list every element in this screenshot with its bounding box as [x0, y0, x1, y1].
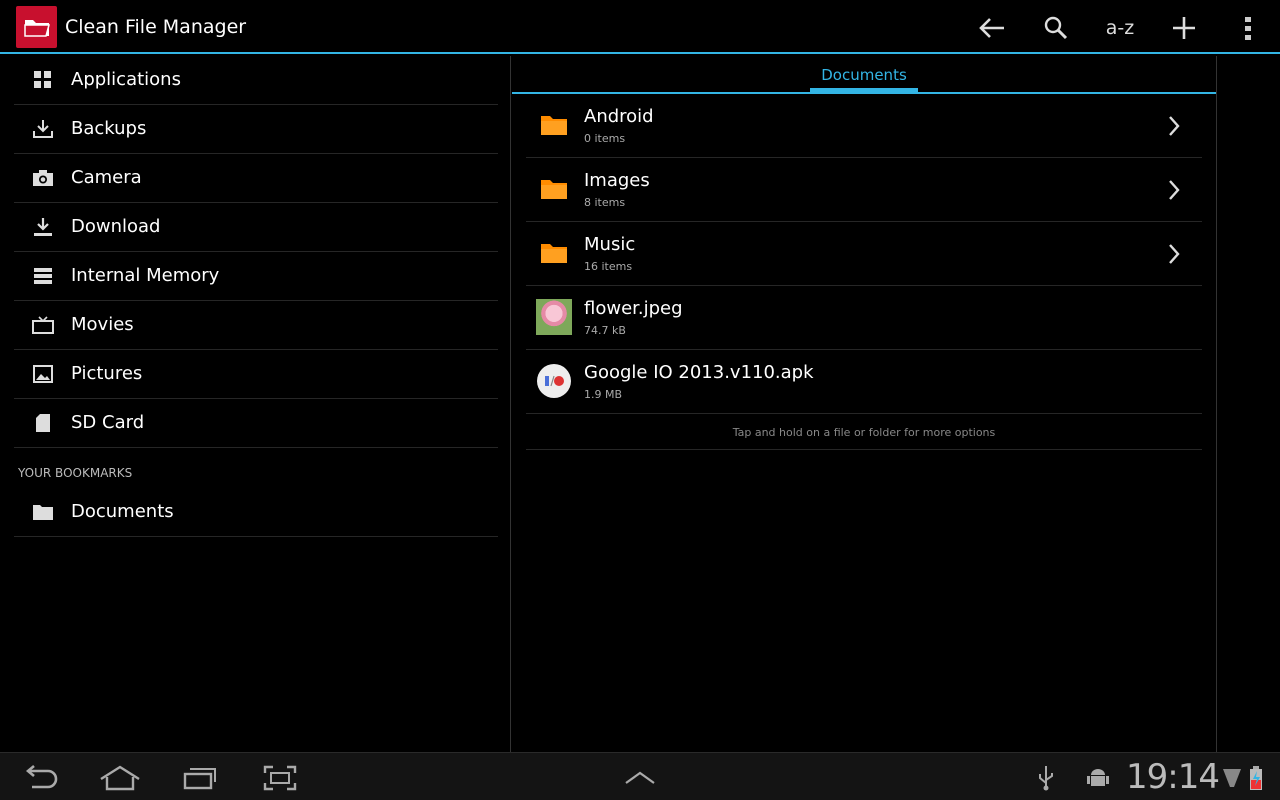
file-meta: 1.9 MB [584, 388, 623, 401]
file-row-music[interactable]: Music 16 items [526, 222, 1202, 286]
search-icon [1044, 16, 1068, 40]
folder-icon [536, 235, 572, 271]
chevron-right-icon [1169, 116, 1180, 136]
home-button[interactable] [96, 761, 144, 795]
app-folder-icon[interactable] [16, 6, 57, 48]
plus-icon [1173, 17, 1195, 39]
system-back-button[interactable] [16, 761, 64, 795]
sidebar-item-sd-card[interactable]: SD Card [14, 399, 498, 448]
chevron-right-icon [1169, 180, 1180, 200]
action-bar: Clean File Manager a-z [0, 0, 1280, 54]
download-icon [32, 216, 54, 238]
tv-icon [32, 314, 54, 336]
sdcard-icon [32, 412, 54, 434]
file-row-images[interactable]: Images 8 items [526, 158, 1202, 222]
chevron-right-icon [1169, 244, 1180, 264]
battery-status [1244, 761, 1268, 795]
file-name: Google IO 2013.v110.apk [584, 362, 814, 383]
file-meta: 74.7 kB [584, 324, 626, 337]
debug-status[interactable] [1078, 761, 1118, 795]
bookmarks-header: YOUR BOOKMARKS [18, 466, 133, 480]
folder-icon [536, 171, 572, 207]
navigation-drawer: Applications Backups Camera Download Int… [0, 56, 511, 752]
apk-icon [536, 363, 572, 399]
file-row-flower[interactable]: flower.jpeg 74.7 kB [526, 286, 1202, 350]
sidebar-item-label: Internal Memory [71, 265, 220, 286]
file-name: Images [584, 170, 650, 191]
folder-icon [32, 501, 54, 523]
grid-icon [32, 69, 54, 91]
bookmark-item-label: Documents [71, 501, 174, 522]
battery-charging-icon [1250, 766, 1262, 790]
sidebar-item-download[interactable]: Download [14, 203, 498, 252]
file-meta: 0 items [584, 132, 626, 145]
app-title: Clean File Manager [65, 16, 247, 38]
file-meta: 16 items [584, 260, 633, 273]
add-button[interactable] [1162, 8, 1206, 48]
sidebar-item-label: Camera [71, 167, 142, 188]
back-icon [25, 765, 58, 789]
system-bar: 19:14 [0, 752, 1280, 800]
storage-icon [32, 265, 54, 287]
usb-icon [1039, 766, 1053, 791]
file-row-apk[interactable]: Google IO 2013.v110.apk 1.9 MB [526, 350, 1202, 414]
sidebar-item-label: Applications [71, 69, 181, 90]
search-button[interactable] [1034, 8, 1078, 48]
file-name: Android [584, 106, 654, 127]
image-thumbnail [536, 299, 572, 335]
download-tray-icon [32, 118, 54, 140]
sidebar-item-movies[interactable]: Movies [14, 301, 498, 350]
bookmark-item-documents[interactable]: Documents [14, 488, 498, 537]
sidebar-item-label: Pictures [71, 363, 143, 384]
sidebar-item-applications[interactable]: Applications [14, 56, 498, 105]
overflow-menu-button[interactable] [1226, 8, 1270, 48]
breadcrumb: Documents [512, 56, 1216, 94]
sidebar-item-backups[interactable]: Backups [14, 105, 498, 154]
sidebar-item-label: Download [71, 216, 161, 237]
recent-apps-icon [183, 768, 216, 790]
back-button[interactable] [970, 8, 1014, 48]
clock: 19:14 [1126, 757, 1220, 797]
sidebar-item-label: Movies [71, 314, 134, 335]
camera-icon [32, 167, 54, 189]
sort-button[interactable]: a-z [1098, 8, 1142, 48]
hint-text: Tap and hold on a file or folder for mor… [526, 414, 1202, 450]
signal-status [1222, 761, 1242, 795]
sidebar-item-internal-memory[interactable]: Internal Memory [14, 252, 498, 301]
usb-status[interactable] [1026, 761, 1066, 795]
recent-apps-button[interactable] [176, 761, 224, 795]
sidebar-item-pictures[interactable]: Pictures [14, 350, 498, 399]
home-icon [100, 765, 140, 791]
sidebar-item-label: Backups [71, 118, 147, 139]
android-icon [1087, 769, 1109, 786]
file-name: flower.jpeg [584, 298, 683, 319]
picture-icon [32, 363, 54, 385]
folder-icon [536, 107, 572, 143]
signal-icon [1223, 769, 1241, 787]
more-vert-icon [1245, 17, 1251, 40]
arrow-left-icon [979, 18, 1004, 38]
file-list-pane: Documents Android 0 items Images 8 items… [512, 56, 1216, 752]
screenshot-button[interactable] [256, 761, 304, 795]
show-more-button[interactable] [616, 761, 664, 795]
sidebar-item-camera[interactable]: Camera [14, 154, 498, 203]
screenshot-icon [263, 765, 297, 791]
pane-divider [1216, 56, 1217, 752]
file-row-android[interactable]: Android 0 items [526, 94, 1202, 158]
file-meta: 8 items [584, 196, 626, 209]
breadcrumb-documents[interactable]: Documents [810, 56, 918, 92]
sidebar-item-label: SD Card [71, 412, 145, 433]
file-name: Music [584, 234, 636, 255]
chevron-up-icon [625, 771, 655, 784]
